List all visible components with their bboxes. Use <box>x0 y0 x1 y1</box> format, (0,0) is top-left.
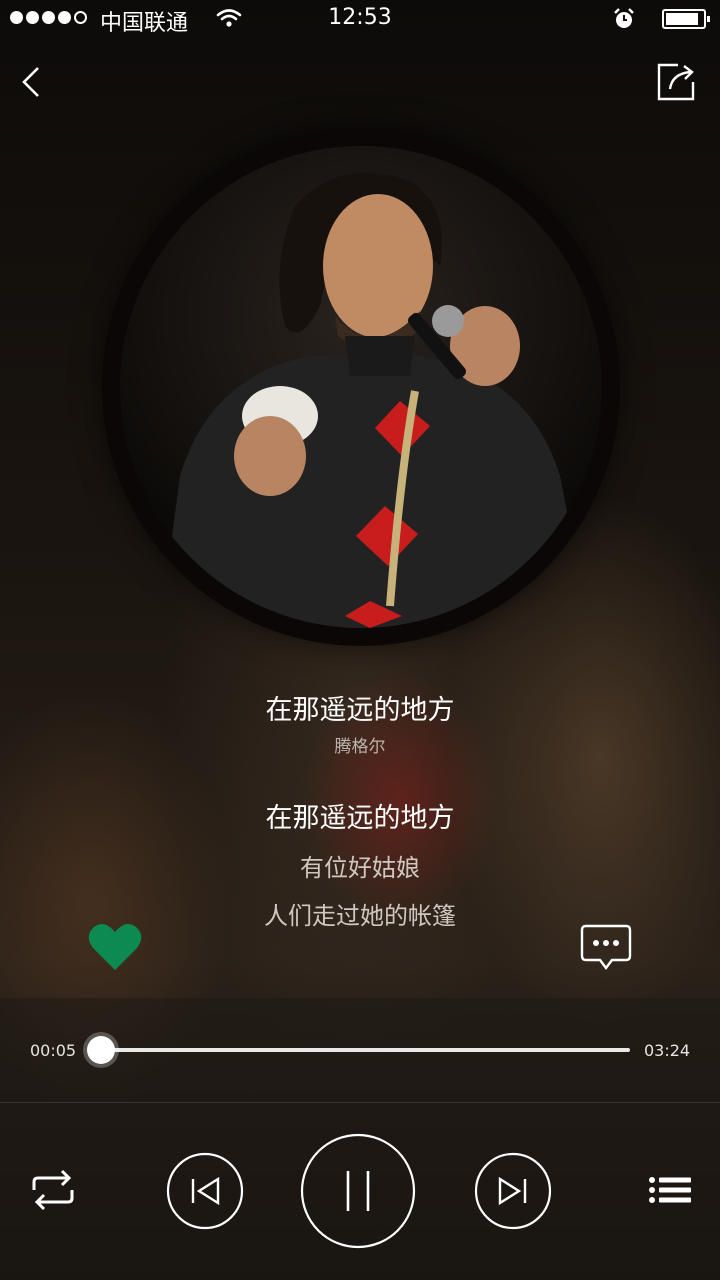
next-button[interactable] <box>474 1152 552 1230</box>
song-title: 在那遥远的地方 <box>265 695 455 726</box>
playlist-icon <box>649 1177 691 1203</box>
lyric-next-line: 有位好姑娘 <box>300 854 420 882</box>
pause-icon <box>300 1133 416 1249</box>
battery-icon <box>662 9 710 29</box>
lyric-current-line: 在那遥远的地方 <box>265 803 455 834</box>
repeat-icon <box>32 1169 74 1211</box>
song-artist[interactable]: 腾格尔 <box>0 732 720 757</box>
repeat-button[interactable] <box>28 1168 78 1212</box>
comment-button[interactable] <box>580 924 632 972</box>
album-cover-image <box>120 146 602 628</box>
total-time: 03:24 <box>644 1041 691 1060</box>
elapsed-time: 00:05 <box>30 1041 77 1060</box>
divider <box>0 1102 720 1103</box>
share-icon <box>657 63 695 101</box>
previous-button[interactable] <box>166 1152 244 1230</box>
next-icon <box>474 1152 552 1230</box>
back-button[interactable] <box>18 62 48 102</box>
heart-icon <box>88 923 142 970</box>
chevron-left-icon <box>22 67 39 97</box>
progress-bar[interactable] <box>87 1036 630 1064</box>
album-cover[interactable] <box>120 146 602 628</box>
like-button[interactable] <box>88 922 142 972</box>
status-bar: 中国联通 12:53 <box>0 0 720 40</box>
play-pause-button[interactable] <box>300 1133 416 1249</box>
comment-icon <box>580 924 632 970</box>
share-button[interactable] <box>656 62 698 102</box>
battery-level <box>666 13 698 25</box>
previous-icon <box>166 1152 244 1230</box>
playlist-button[interactable] <box>648 1172 692 1212</box>
alarm-icon <box>612 7 636 37</box>
